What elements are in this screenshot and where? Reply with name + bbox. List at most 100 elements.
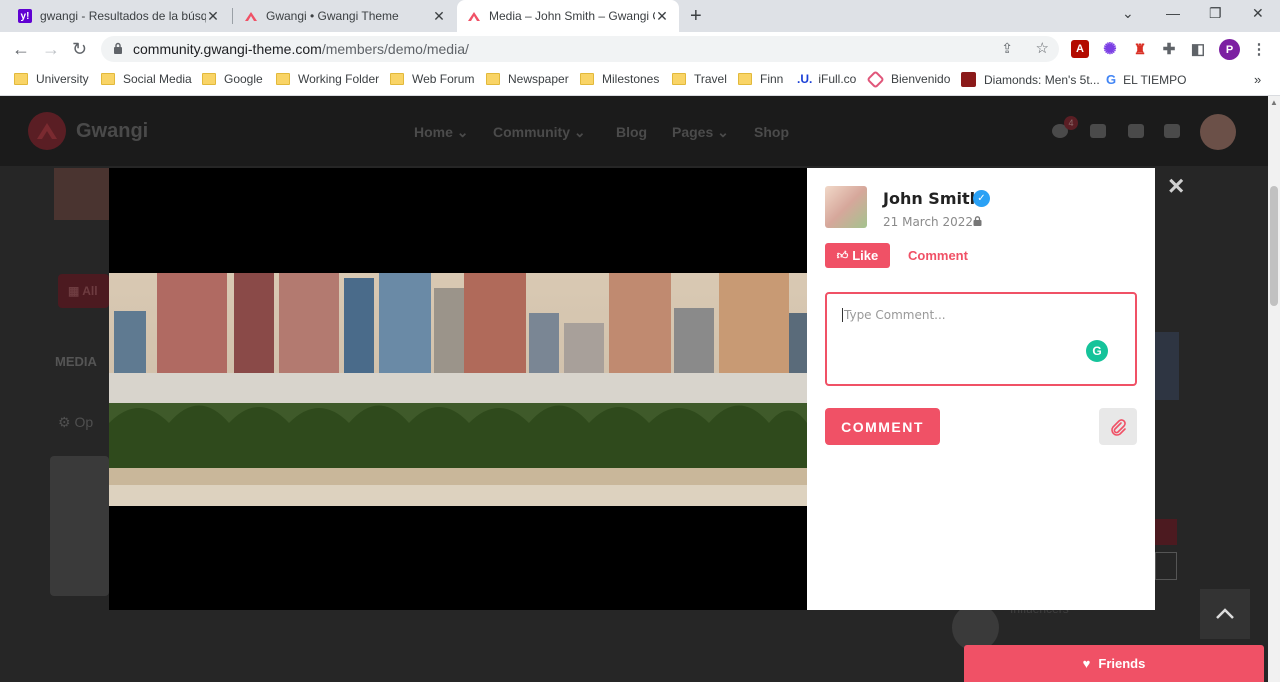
- address-bar[interactable]: community.gwangi-theme.com/members/demo/…: [101, 36, 1059, 62]
- nav-label: Community: [493, 124, 570, 140]
- bookmark-label: iFull.co: [818, 72, 857, 86]
- comment-textarea[interactable]: Type Comment...: [825, 292, 1137, 386]
- forward-icon[interactable]: →: [42, 39, 60, 60]
- bookmark-university[interactable]: University: [14, 72, 89, 86]
- browser-toolbar: ← → ↻ community.gwangi-theme.com/members…: [0, 32, 1280, 66]
- scroll-to-top-button[interactable]: [1200, 589, 1250, 639]
- folder-icon: [101, 73, 115, 85]
- bookmark-travel[interactable]: Travel: [672, 72, 727, 86]
- google-icon: G: [1106, 72, 1117, 87]
- close-tab-icon[interactable]: ✕: [432, 8, 446, 25]
- bookmark-label: University: [36, 72, 89, 86]
- nav-home[interactable]: Home ⌄: [414, 124, 469, 141]
- nav-shop[interactable]: Shop: [754, 124, 789, 140]
- bookmark-bienvenido[interactable]: Bienvenido: [866, 69, 950, 89]
- page-scrollbar[interactable]: ▲: [1268, 96, 1280, 682]
- kebab-menu-icon[interactable]: ⋮: [1250, 40, 1268, 58]
- bookmark-el-tiempo[interactable]: G EL TIEMPO: [1106, 72, 1186, 87]
- media-comment-panel: John Smith ✓ 21 March 2022 👍︎ Like Commen…: [807, 168, 1155, 610]
- site-logo-text[interactable]: Gwangi: [76, 120, 148, 143]
- bookmark-finn[interactable]: Finn: [738, 72, 783, 86]
- bookmark-milestones[interactable]: Milestones: [580, 72, 659, 86]
- puzzle-extensions-icon[interactable]: ✚: [1160, 40, 1178, 58]
- bookmark-diamonds[interactable]: Diamonds: Men's 5t...: [961, 72, 1100, 87]
- heart-icon: ♥: [1082, 656, 1091, 671]
- all-filter-button[interactable]: ▦ All: [58, 274, 109, 308]
- options-link[interactable]: ⚙ Op: [58, 414, 93, 431]
- scroll-up-arrow-icon[interactable]: ▲: [1270, 98, 1278, 107]
- folder-icon: [580, 73, 594, 85]
- bookmark-ifull[interactable]: .U. iFull.co: [797, 72, 856, 86]
- author-avatar[interactable]: [825, 186, 867, 228]
- sidebar-widget: [1155, 332, 1179, 400]
- friends-bar-button[interactable]: ♥ Friends: [964, 645, 1264, 682]
- like-button[interactable]: 👍︎ Like: [825, 243, 890, 268]
- folder-icon: [390, 73, 404, 85]
- tab-media-john-smith[interactable]: Media – John Smith – Gwangi Co ✕: [457, 0, 679, 32]
- options-label: Op: [74, 414, 94, 430]
- restore-icon[interactable]: ❐: [1209, 5, 1222, 22]
- bookmark-working-folder[interactable]: Working Folder: [276, 72, 379, 86]
- close-tab-icon[interactable]: ✕: [206, 8, 220, 25]
- share-icon[interactable]: ⇪: [1001, 40, 1013, 57]
- like-label: Like: [852, 248, 879, 263]
- close-modal-button[interactable]: ×: [1168, 170, 1184, 202]
- nav-pages[interactable]: Pages ⌄: [672, 124, 729, 141]
- close-tab-icon[interactable]: ✕: [655, 8, 669, 25]
- bookmark-web-forum[interactable]: Web Forum: [390, 72, 474, 86]
- folder-icon: [202, 73, 216, 85]
- new-tab-button[interactable]: +: [690, 5, 702, 28]
- side-panel-icon[interactable]: ◧: [1189, 40, 1207, 58]
- bookmark-star-icon[interactable]: ☆: [1036, 39, 1049, 57]
- messages-icon[interactable]: [1164, 124, 1180, 138]
- paperclip-icon: [1111, 418, 1126, 436]
- bookmarks-bar: University Social Media Google Working F…: [0, 66, 1280, 96]
- verified-badge-icon: ✓: [973, 190, 990, 207]
- ifull-icon: .U.: [797, 72, 813, 86]
- extension-icon[interactable]: ♜: [1131, 40, 1149, 58]
- groups-icon[interactable]: [1090, 124, 1106, 138]
- scrollbar-thumb[interactable]: [1270, 186, 1278, 306]
- gwangi-logo-icon[interactable]: [28, 112, 66, 150]
- attach-file-button[interactable]: [1099, 408, 1137, 445]
- sidebar-button[interactable]: [1155, 519, 1177, 545]
- nav-blog[interactable]: Blog: [616, 124, 647, 140]
- post-date: 21 March 2022: [883, 215, 974, 229]
- minimize-icon[interactable]: —: [1166, 5, 1180, 21]
- friends-label: Friends: [1098, 656, 1146, 671]
- tab-yahoo-search[interactable]: y! gwangi - Resultados de la búsque ✕: [8, 0, 230, 32]
- site-header: Gwangi Home ⌄ Community ⌄ Blog Pages ⌄ S…: [0, 96, 1268, 166]
- submit-comment-button[interactable]: COMMENT: [825, 408, 940, 445]
- bookmark-label: Newspaper: [508, 72, 569, 86]
- thumbs-up-icon: 👍︎: [836, 250, 849, 262]
- author-name[interactable]: John Smith: [883, 189, 981, 208]
- cart-icon[interactable]: [1128, 124, 1144, 138]
- back-icon[interactable]: ←: [12, 39, 30, 60]
- bookmark-newspaper[interactable]: Newspaper: [486, 72, 569, 86]
- grammarly-icon[interactable]: G: [1086, 340, 1108, 362]
- comment-link[interactable]: Comment: [908, 248, 968, 263]
- close-window-icon[interactable]: ✕: [1252, 5, 1264, 22]
- bookmark-social-media[interactable]: Social Media: [101, 72, 192, 86]
- folder-icon: [276, 73, 290, 85]
- privacy-lock-icon[interactable]: [973, 216, 982, 226]
- nav-label: Shop: [754, 124, 789, 140]
- reload-icon[interactable]: ↻: [72, 39, 87, 60]
- nav-community[interactable]: Community ⌄: [493, 124, 586, 141]
- profile-avatar[interactable]: P: [1219, 39, 1240, 60]
- more-bookmarks-icon[interactable]: »: [1254, 72, 1261, 87]
- url-path: /members/demo/media/: [321, 41, 469, 57]
- sidebar-button-outline[interactable]: [1155, 552, 1177, 580]
- acrobat-extension-icon[interactable]: A: [1071, 40, 1089, 58]
- member-avatar[interactable]: [952, 604, 999, 651]
- colorful-extension-icon[interactable]: ✺: [1101, 40, 1119, 58]
- city-skyline-photo: [109, 273, 807, 506]
- media-thumbnail[interactable]: [50, 456, 109, 596]
- comment-placeholder: Type Comment...: [842, 308, 946, 322]
- tab-gwangi-theme[interactable]: Gwangi • Gwangi Theme ✕: [234, 0, 456, 32]
- user-avatar[interactable]: [1200, 114, 1236, 150]
- bookmark-google[interactable]: Google: [202, 72, 263, 86]
- tab-search-chevron-icon[interactable]: ⌄: [1122, 5, 1134, 22]
- bookmark-label: Milestones: [602, 72, 660, 86]
- url-host: community.gwangi-theme.com: [133, 41, 322, 57]
